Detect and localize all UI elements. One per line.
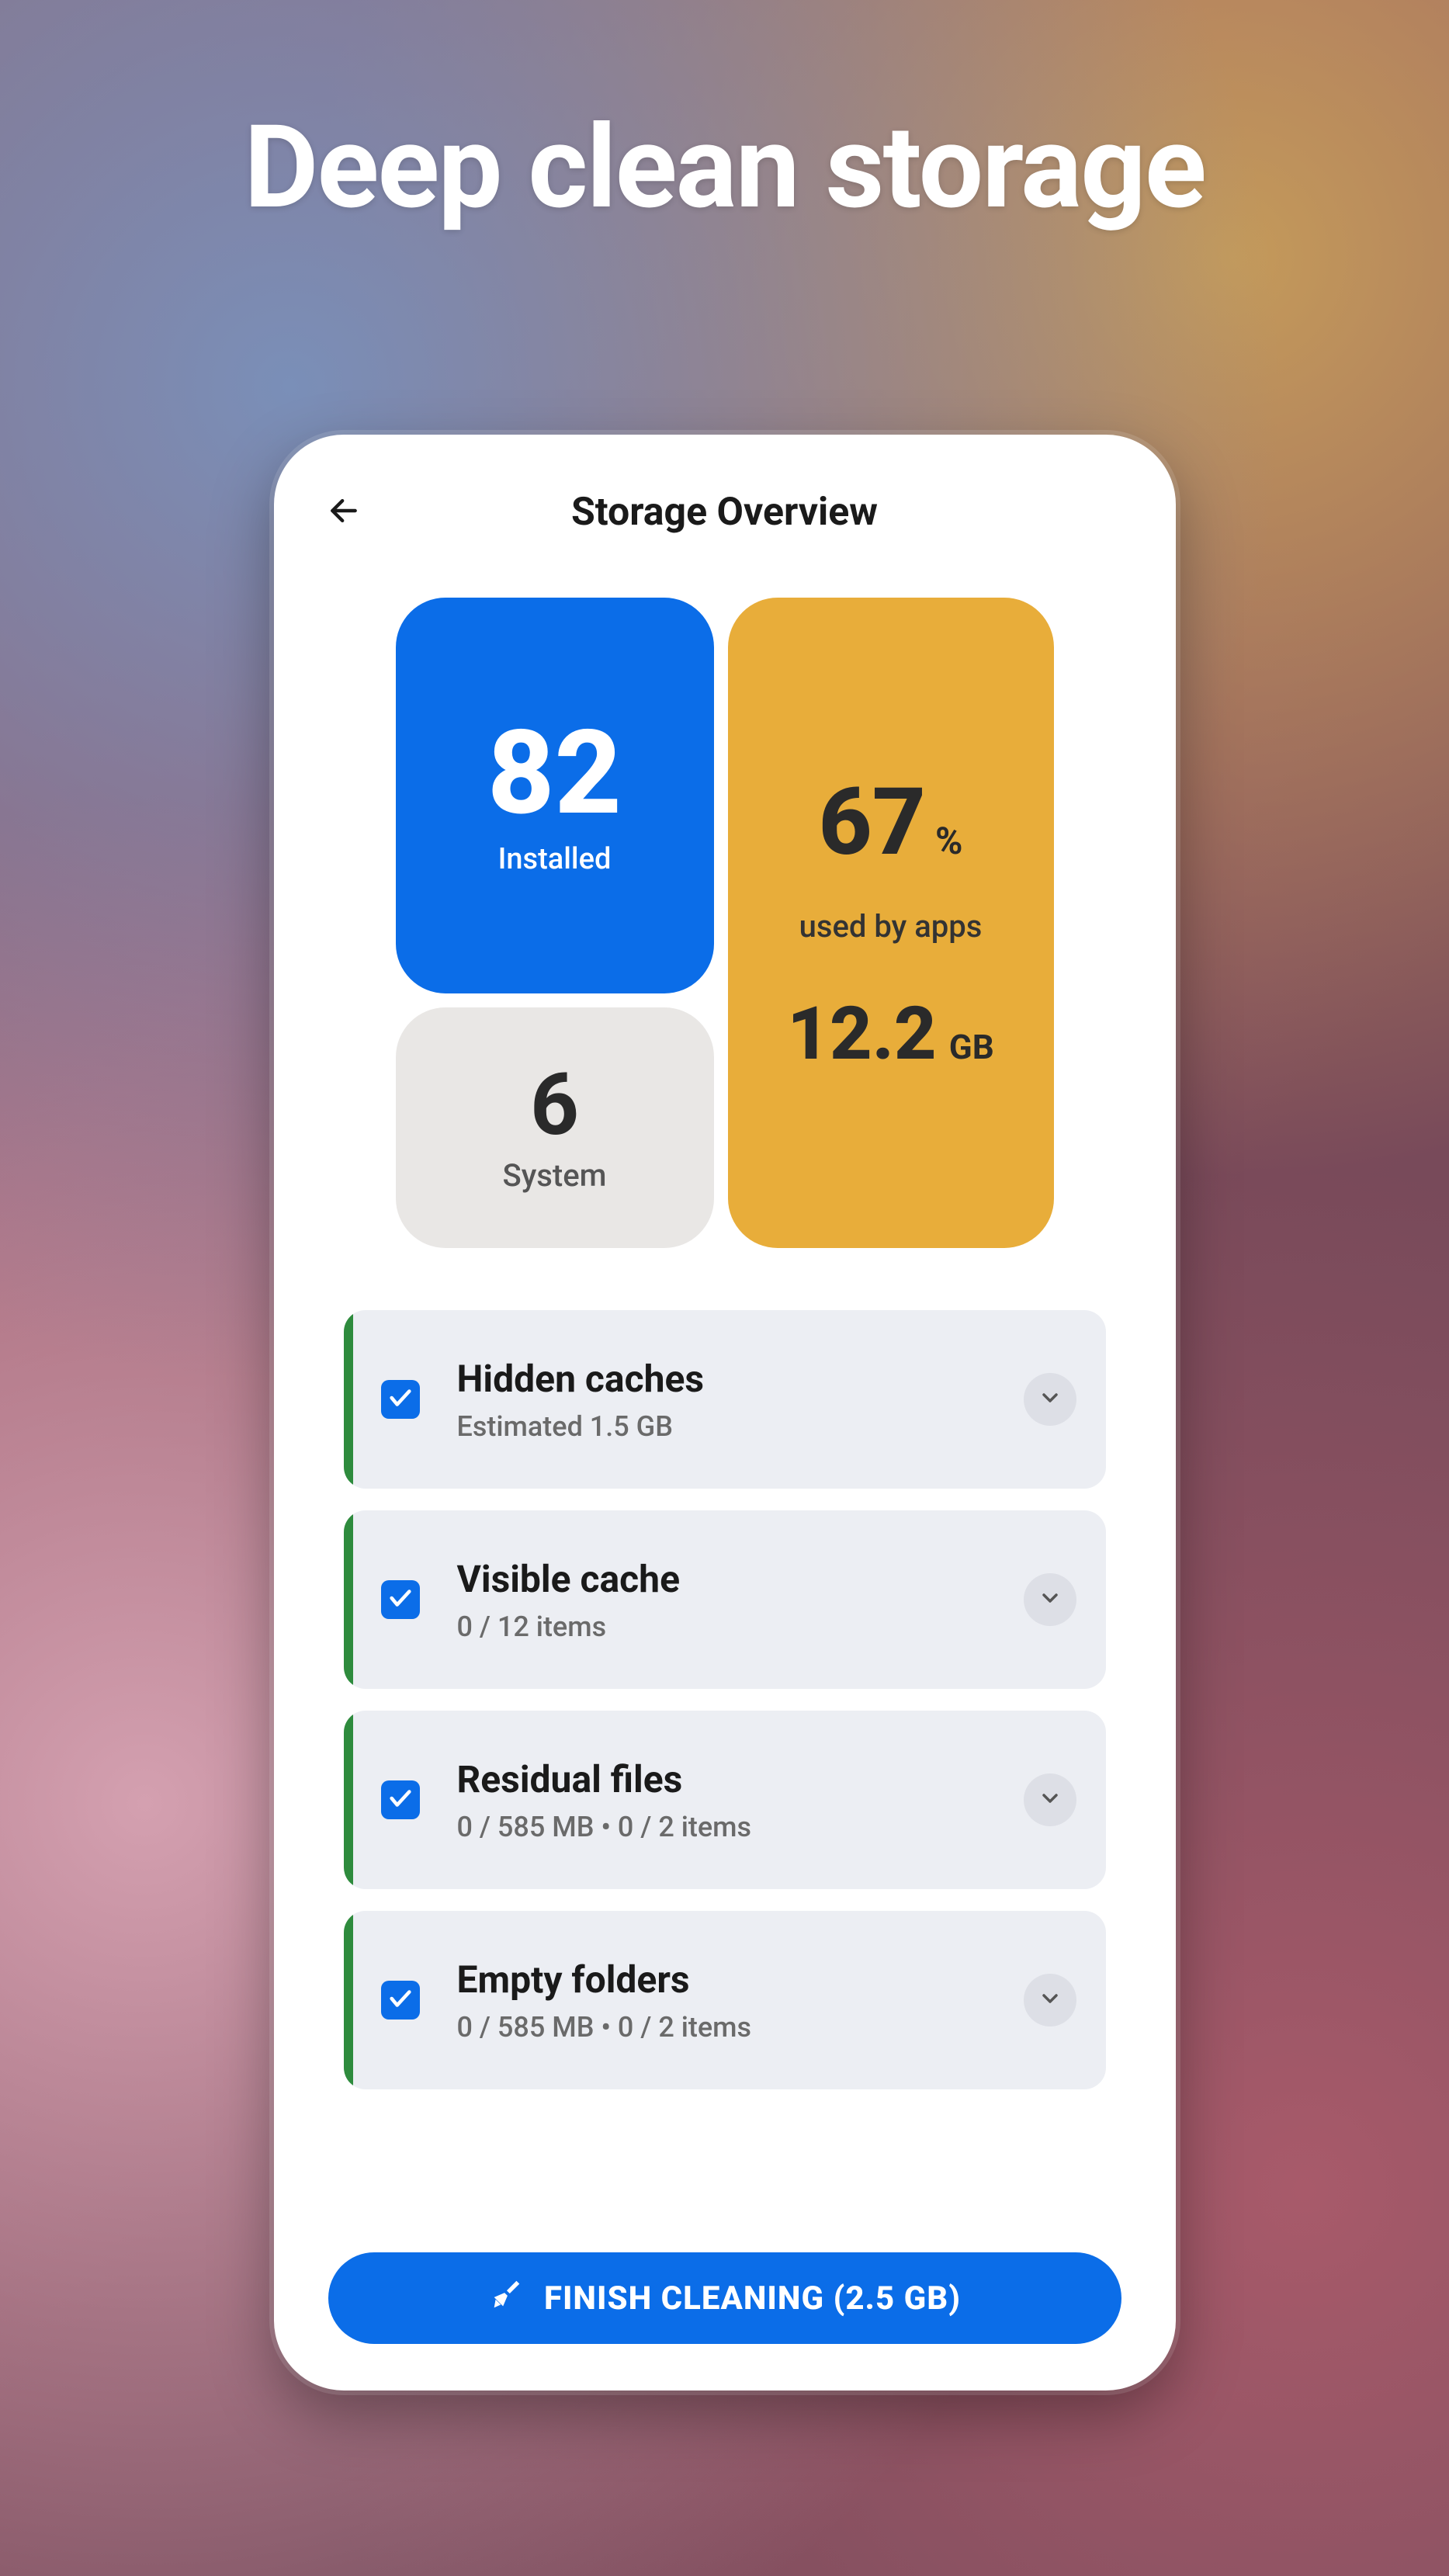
usage-size: 12.2 [787, 991, 937, 1077]
app-header: Storage Overview [321, 489, 1129, 536]
hero-title: Deep clean storage [0, 0, 1449, 235]
expand-button[interactable] [1024, 1974, 1076, 2026]
usage-size-unit: GB [949, 1027, 994, 1067]
system-label: System [503, 1157, 607, 1194]
clean-item-text: Empty folders 0 / 585 MB • 0 / 2 items [457, 1957, 1024, 2044]
clean-item-subtitle: 0 / 585 MB • 0 / 2 items [457, 2011, 1024, 2044]
status-stripe [344, 1711, 353, 1889]
clean-item-subtitle: 0 / 12 items [457, 1610, 1024, 1643]
finish-button-label: FINISH CLEANING (2.5 GB) [544, 2280, 961, 2318]
usage-card[interactable]: 67 % used by apps 12.2 GB [728, 598, 1054, 1248]
installed-count: 82 [487, 715, 622, 831]
clean-item-subtitle: 0 / 585 MB • 0 / 2 items [457, 1811, 1024, 1843]
page-title: Storage Overview [321, 490, 1129, 535]
check-icon [387, 1785, 414, 1815]
system-card[interactable]: 6 System [396, 1007, 714, 1248]
check-icon [387, 1385, 414, 1414]
expand-button[interactable] [1024, 1373, 1076, 1426]
chevron-down-icon [1038, 1986, 1062, 2014]
installed-label: Installed [498, 842, 612, 876]
clean-item-residual-files[interactable]: Residual files 0 / 585 MB • 0 / 2 items [344, 1711, 1106, 1889]
usage-label: used by apps [799, 908, 983, 945]
clean-item-subtitle: Estimated 1.5 GB [457, 1410, 1024, 1443]
clean-list: Hidden caches Estimated 1.5 GB Visible c… [321, 1310, 1129, 2214]
status-stripe [344, 1911, 353, 2089]
chevron-down-icon [1038, 1586, 1062, 1614]
check-icon [387, 1585, 414, 1614]
checkbox-empty-folders[interactable] [381, 1981, 420, 2020]
check-icon [387, 1985, 414, 2015]
expand-button[interactable] [1024, 1573, 1076, 1626]
stats-grid: 82 Installed 6 System 67 % used by apps … [321, 598, 1129, 1248]
phone-frame: Storage Overview 82 Installed 6 System 6… [274, 435, 1176, 2391]
broom-icon [488, 2276, 524, 2321]
system-count: 6 [530, 1063, 579, 1148]
clean-item-text: Residual files 0 / 585 MB • 0 / 2 items [457, 1757, 1024, 1843]
clean-item-title: Visible cache [457, 1557, 1024, 1601]
checkbox-residual-files[interactable] [381, 1780, 420, 1819]
status-stripe [344, 1310, 353, 1489]
checkbox-hidden-caches[interactable] [381, 1380, 420, 1419]
expand-button[interactable] [1024, 1773, 1076, 1826]
chevron-down-icon [1038, 1786, 1062, 1814]
clean-item-title: Hidden caches [457, 1357, 1024, 1401]
clean-item-hidden-caches[interactable]: Hidden caches Estimated 1.5 GB [344, 1310, 1106, 1489]
percent-symbol: % [935, 819, 962, 863]
status-stripe [344, 1510, 353, 1689]
chevron-down-icon [1038, 1385, 1062, 1413]
usage-percent: 67 [819, 768, 926, 877]
usage-percent-row: 67 % [819, 768, 963, 877]
clean-item-visible-cache[interactable]: Visible cache 0 / 12 items [344, 1510, 1106, 1689]
installed-card[interactable]: 82 Installed [396, 598, 714, 993]
clean-item-text: Hidden caches Estimated 1.5 GB [457, 1357, 1024, 1443]
clean-item-title: Residual files [457, 1757, 1024, 1801]
finish-cleaning-button[interactable]: FINISH CLEANING (2.5 GB) [328, 2252, 1121, 2344]
usage-size-row: 12.2 GB [787, 991, 994, 1077]
clean-item-title: Empty folders [457, 1957, 1024, 2002]
clean-item-empty-folders[interactable]: Empty folders 0 / 585 MB • 0 / 2 items [344, 1911, 1106, 2089]
clean-item-text: Visible cache 0 / 12 items [457, 1557, 1024, 1643]
checkbox-visible-cache[interactable] [381, 1580, 420, 1619]
